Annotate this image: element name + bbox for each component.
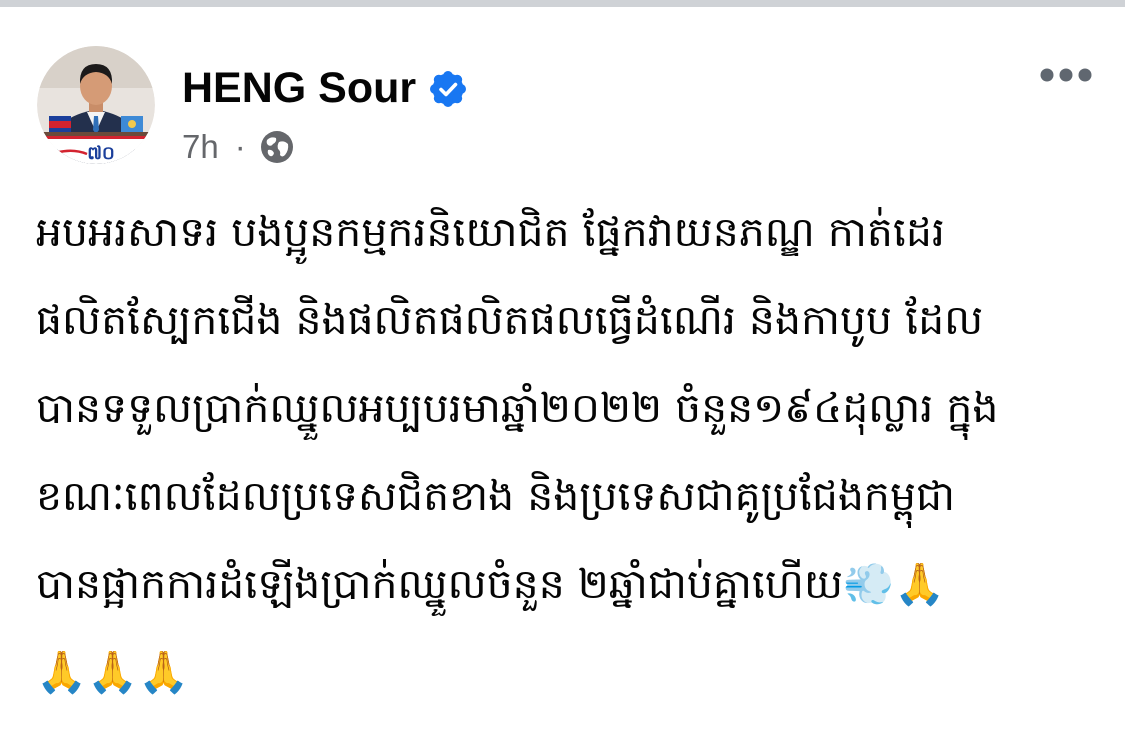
top-divider xyxy=(0,0,1125,7)
post-emoji-line: 🙏🙏🙏 xyxy=(36,648,190,696)
post-text-line: ផលិតស្បែកជើង និងផលិតផលិតផលធ្វើដំណើរ និងក… xyxy=(36,296,984,344)
post-text-line: បានផ្អាកការដំឡើងប្រាក់ឈ្នួលចំនួន ២ឆ្នាំជ… xyxy=(36,560,946,608)
post-body: អបអរសាទរ បងប្អូនកម្មករនិយោជិត ផ្នែកវាយនភ… xyxy=(36,188,1096,716)
author-name[interactable]: HENG Sour xyxy=(182,67,416,110)
post-text-line: ខណៈពេលដែលប្រទេសជិតខាង និងប្រទេសជាគូប្រជែ… xyxy=(36,472,956,520)
post-meta: 7h · xyxy=(182,127,294,167)
facebook-post: ៧០ HENG Sour 7h · អបអរសាទរ បងប្អូនកម្មករ… xyxy=(0,0,1125,735)
meta-separator: · xyxy=(234,128,246,165)
author-row: HENG Sour xyxy=(182,67,467,110)
globe-icon xyxy=(260,130,294,164)
author-avatar[interactable]: ៧០ xyxy=(37,46,155,164)
post-text-line: បានទទួលប្រាក់ឈ្នួលអប្បបរមាឆ្នាំ២០២២ ចំនួ… xyxy=(36,384,999,432)
more-options-button[interactable] xyxy=(1034,58,1098,92)
avatar-logo-text: ៧០ xyxy=(87,143,115,164)
post-text-line: អបអរសាទរ បងប្អូនកម្មករនិយោជិត ផ្នែកវាយនភ… xyxy=(36,208,945,256)
verified-badge-icon xyxy=(430,70,467,107)
more-options-icon xyxy=(1040,68,1092,82)
post-timestamp[interactable]: 7h xyxy=(182,127,219,167)
